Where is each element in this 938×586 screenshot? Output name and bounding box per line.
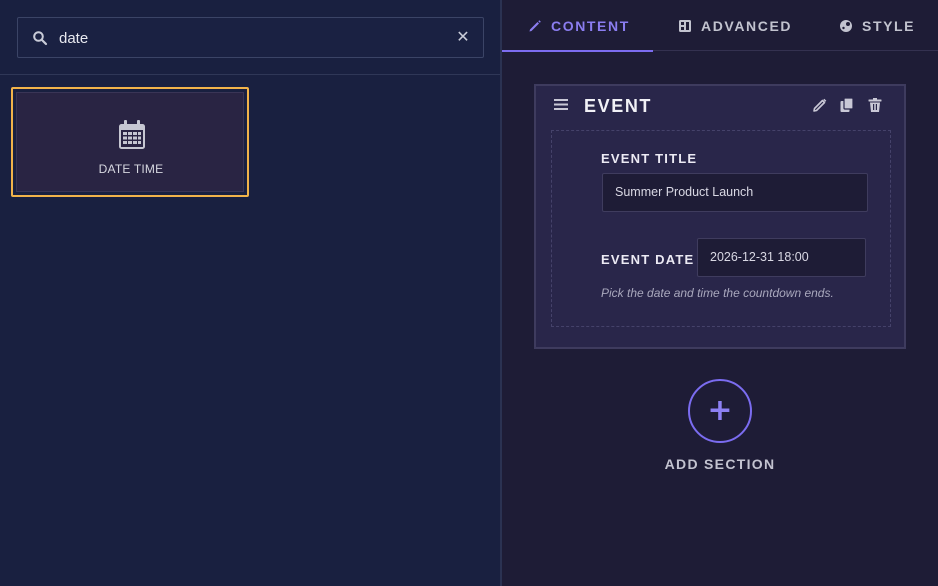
trash-icon[interactable] [867, 97, 883, 113]
drag-handle-icon[interactable] [554, 99, 568, 110]
widget-tile[interactable]: DATE TIME [16, 92, 244, 192]
section-event: EVENT EVENT TITLE Summer Product Launch … [534, 84, 906, 349]
tab-style[interactable]: STYLE [839, 0, 915, 51]
event-date-label: EVENT DATE [601, 252, 695, 267]
settings-panel: CONTENT ADVANCED STYLE EVENT EVENT TITLE… [502, 0, 938, 586]
widget-label: DATE TIME [98, 162, 164, 176]
section-header: EVENT [536, 86, 904, 126]
tab-label: ADVANCED [701, 17, 793, 34]
tab-advanced[interactable]: ADVANCED [678, 0, 792, 51]
duplicate-icon[interactable] [839, 97, 855, 113]
section-fields: EVENT TITLE Summer Product Launch EVENT … [551, 130, 891, 327]
layout-icon [679, 19, 691, 32]
widget-date-time[interactable]: DATE TIME [11, 87, 249, 197]
event-title-label: EVENT TITLE [601, 151, 698, 166]
tab-label: CONTENT [551, 17, 630, 34]
edit-icon[interactable] [812, 97, 828, 113]
add-section-button[interactable]: + [688, 379, 752, 443]
event-date-input[interactable]: 2026-12-31 18:00 [697, 238, 866, 277]
tab-label: STYLE [862, 17, 916, 34]
widget-panel: ✕ DATE TIME [0, 0, 500, 586]
search-bar: ✕ [0, 0, 500, 75]
search-input[interactable] [59, 27, 439, 49]
palette-icon [840, 19, 852, 32]
section-title: EVENT [584, 96, 653, 116]
calendar-icon [119, 120, 145, 149]
close-icon[interactable]: ✕ [455, 29, 471, 45]
tab-content[interactable]: CONTENT [502, 0, 653, 52]
plus-icon: + [707, 393, 733, 428]
event-title-input[interactable]: Summer Product Launch [602, 173, 868, 212]
pencil-icon [529, 19, 541, 31]
search-icon [33, 31, 48, 46]
add-section-label[interactable]: ADD SECTION [620, 456, 820, 472]
tab-bar: CONTENT ADVANCED STYLE [502, 0, 938, 52]
event-date-help: Pick the date and time the countdown end… [601, 286, 834, 300]
search-field[interactable]: ✕ [17, 17, 484, 58]
